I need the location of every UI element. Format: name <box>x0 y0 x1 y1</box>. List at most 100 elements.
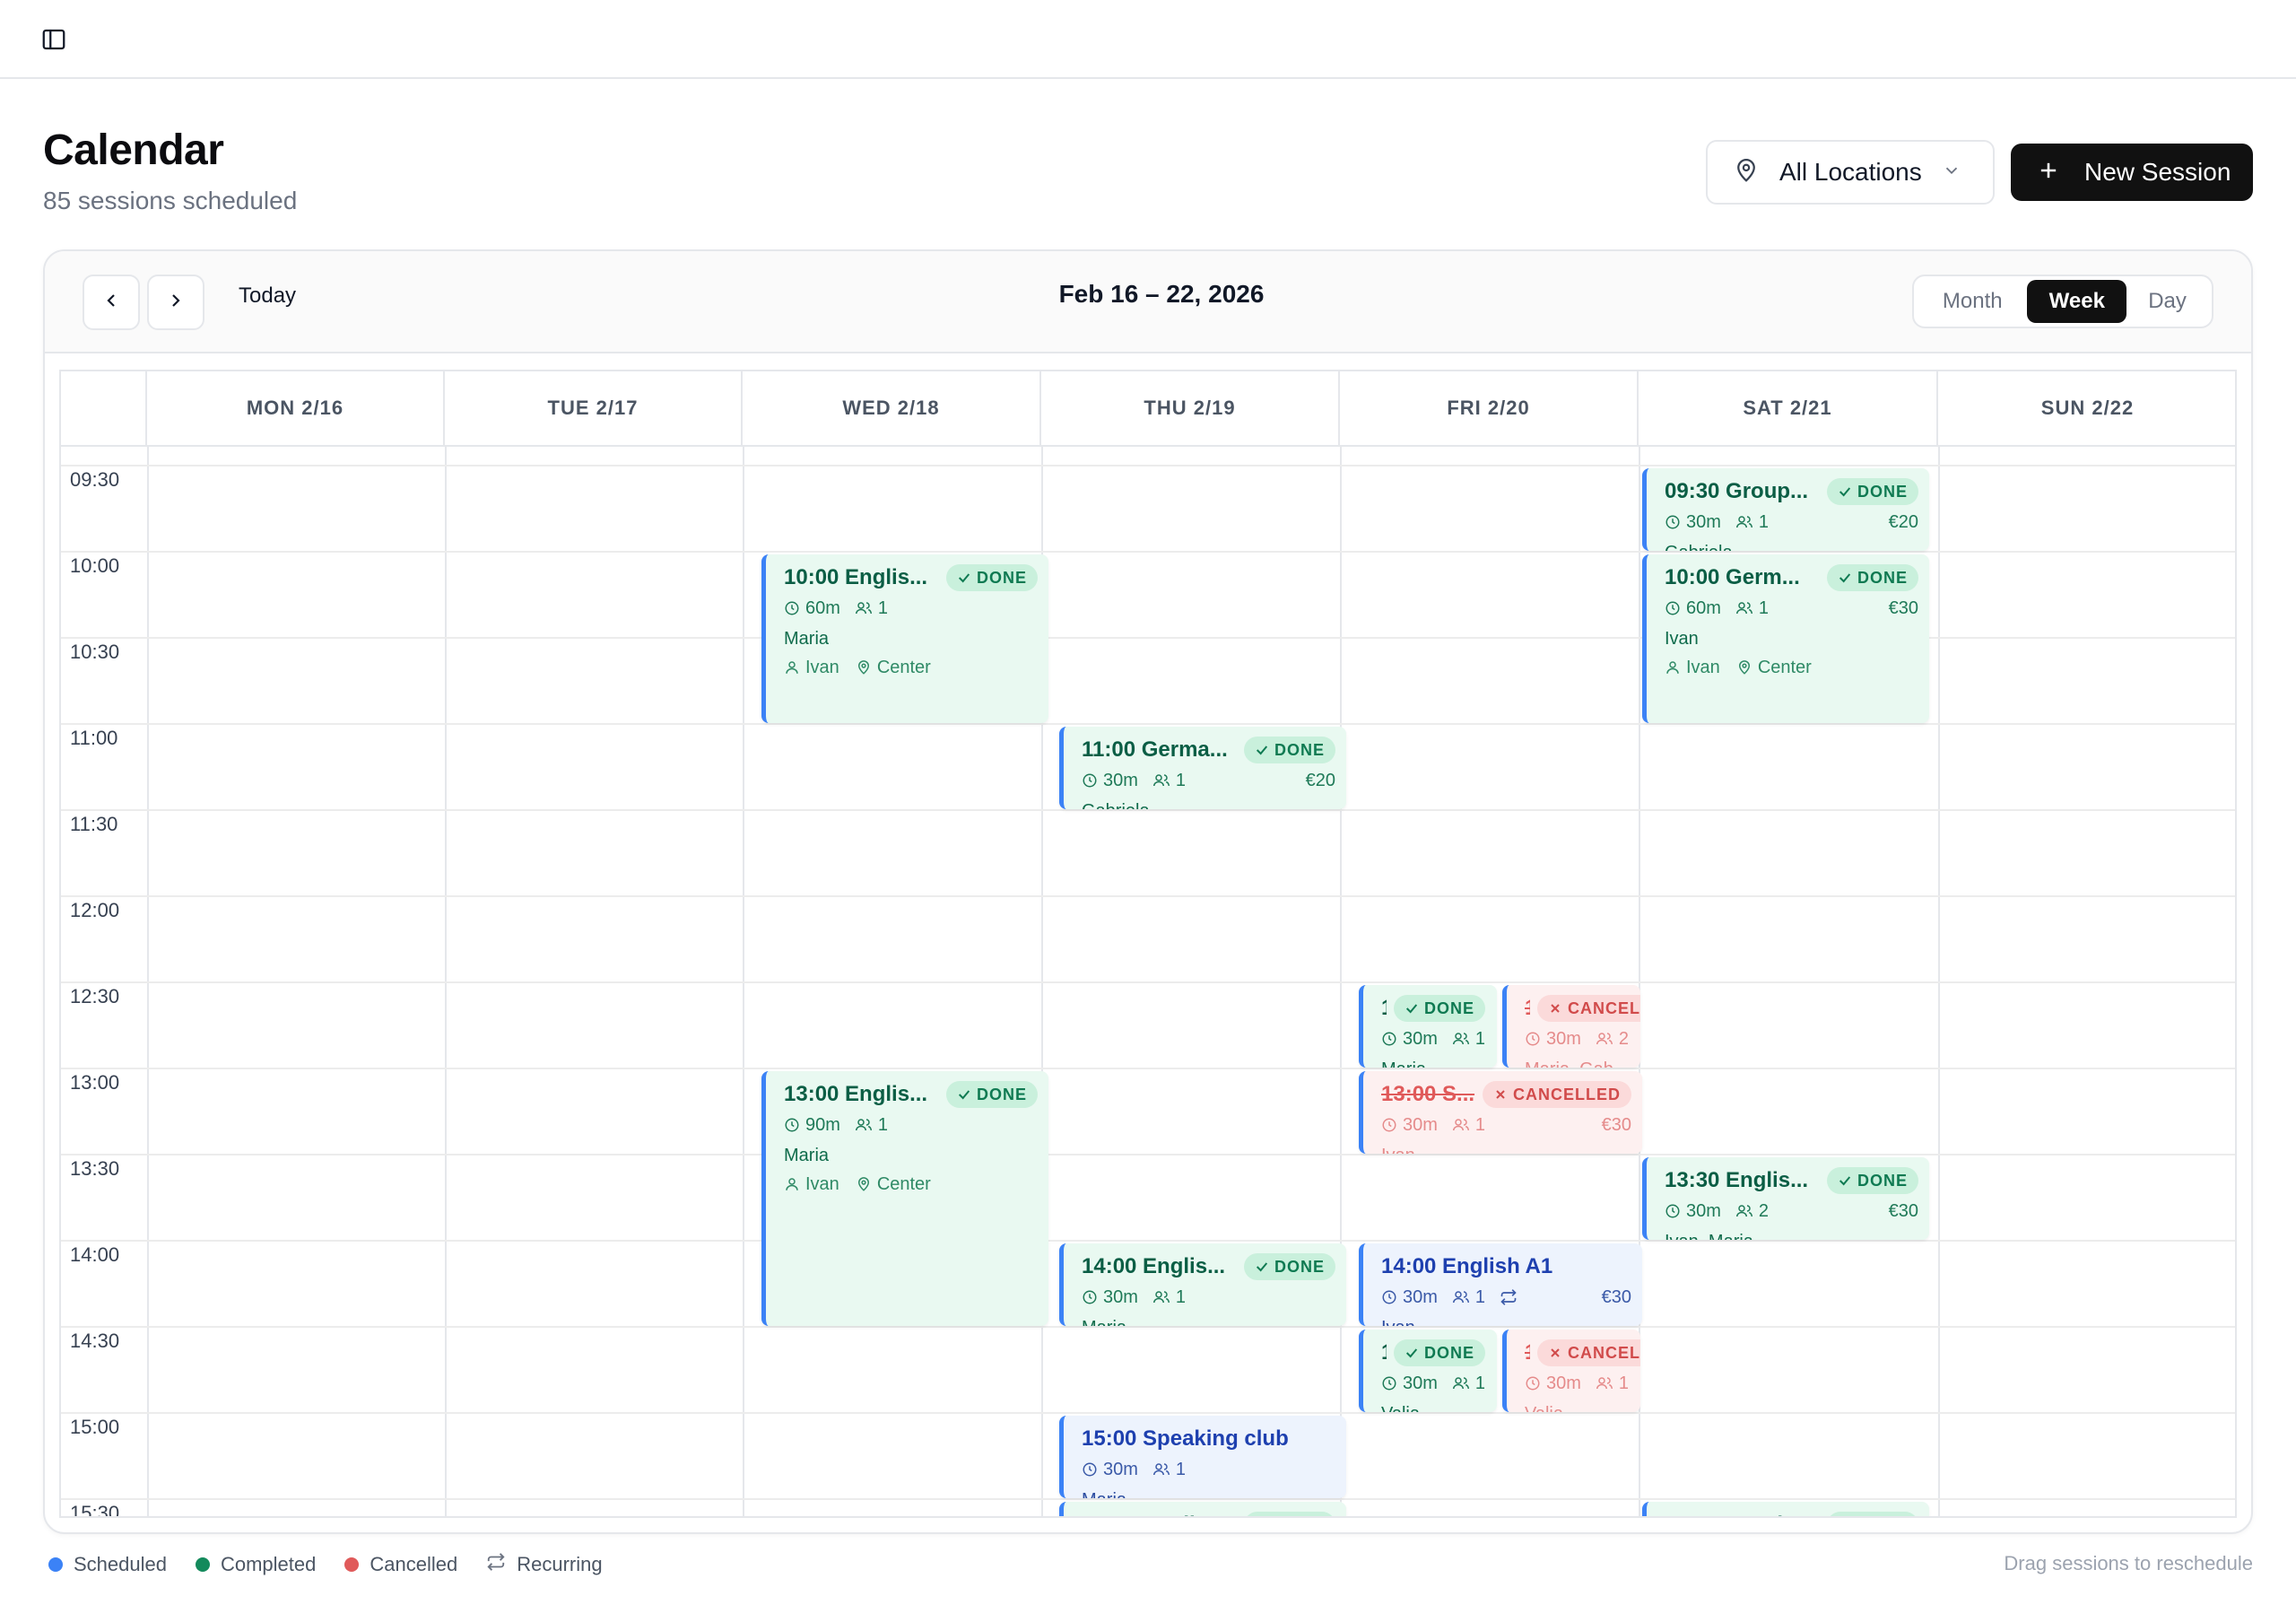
day-header-mon: MON 2/16 <box>147 371 445 447</box>
session-header: 14:30 CANCELLED <box>1525 1339 1640 1367</box>
legend-label: Scheduled <box>74 1553 167 1575</box>
status-badge: DONE <box>1826 1167 1918 1194</box>
slot-line <box>61 465 2235 467</box>
today-button[interactable]: Today <box>239 283 296 309</box>
calendar-card: Today Feb 16 – 22, 2026 Month Week Day M… <box>43 249 2253 1534</box>
day-header-fri: FRI 2/20 <box>1340 371 1639 447</box>
session-participants: 1 <box>1152 1460 1186 1480</box>
page-title: Calendar <box>43 126 224 174</box>
session-title: 15:30 Speak... <box>1665 1513 1820 1516</box>
session-card[interactable]: 10:00 Germ... DONE 60m 1 €30 Ivan Ivan Center <box>1642 554 1929 723</box>
price-value: €30 <box>1888 597 1918 618</box>
session-teacher: Ivan <box>1665 658 1720 678</box>
session-card[interactable]: 10:00 Englis... DONE 60m 1 Maria Ivan Center <box>761 554 1048 723</box>
session-participants: 1 <box>1735 598 1769 619</box>
session-duration: 30m <box>1082 1287 1138 1308</box>
session-student: Ivan, Maria <box>1665 1227 1918 1240</box>
session-card[interactable]: 15:30 Englis...DONE30m1 <box>1059 1502 1346 1517</box>
cancelled-dot-icon <box>344 1557 360 1572</box>
session-header: 09:30 Group... DONE <box>1665 477 1918 506</box>
view-day-button[interactable]: Day <box>2126 280 2208 323</box>
users-icon <box>855 600 878 616</box>
status-badge: CANCELLED <box>1537 995 1640 1022</box>
status-badge-label: DONE <box>1857 482 1908 501</box>
date-range-label: Feb 16 – 22, 2026 <box>1058 280 1265 308</box>
slot-line <box>61 1498 2235 1500</box>
slot-line <box>61 723 2235 725</box>
session-stats: 60m 1 <box>784 592 1038 624</box>
session-card[interactable]: 15:00 Speaking club 30m 1 Maria <box>1059 1416 1346 1498</box>
session-student: Ivan <box>1381 1141 1631 1154</box>
time-column-header <box>61 371 147 447</box>
users-icon <box>1152 1461 1176 1478</box>
session-title: 11:00 Germa... <box>1082 737 1228 762</box>
session-participants: 1 <box>855 1115 888 1136</box>
location-select[interactable]: All Locations <box>1706 140 1995 205</box>
status-badge: DONE <box>1394 1339 1486 1366</box>
legend-recurring: Recurring <box>486 1552 603 1577</box>
session-header: 14:00 English A1 <box>1381 1252 1631 1281</box>
check-icon <box>1405 1346 1419 1360</box>
check-icon <box>957 1087 971 1102</box>
prev-week-button[interactable] <box>83 275 140 330</box>
day-header-sun: SUN 2/22 <box>1938 371 2235 447</box>
session-card[interactable]: 13:00 S... CANCELLED 30m 1 €30 Ivan <box>1359 1071 1642 1154</box>
session-header: 14:30 DONE <box>1381 1339 1486 1367</box>
x-icon <box>1548 1001 1562 1016</box>
completed-dot-icon <box>195 1557 210 1572</box>
check-icon <box>957 571 971 585</box>
user-icon <box>784 1176 805 1192</box>
clock-icon <box>1082 772 1103 789</box>
clock-icon <box>784 600 805 616</box>
status-badge-label: CANCELLED <box>1513 1085 1621 1103</box>
participants-value: 1 <box>877 1114 889 1135</box>
session-card[interactable]: 14:00 English A1 30m 1 €30 Ivan <box>1359 1243 1642 1326</box>
session-card[interactable]: 13:30 Englis... DONE 30m 2 €30 Ivan, Maria <box>1642 1157 1929 1240</box>
clock-icon <box>1082 1289 1103 1305</box>
sidebar-toggle-icon[interactable] <box>36 23 72 56</box>
map-pin-icon <box>1733 157 1760 188</box>
session-card[interactable]: 13:00 Englis... DONE 90m 1 Maria Ivan Center <box>761 1071 1048 1326</box>
session-card[interactable]: 09:30 Group... DONE 30m 1 €20 Gabriela <box>1642 468 1929 551</box>
session-card[interactable]: 12:30 CANCELLED 30m 2 Maria, Gab... <box>1502 985 1640 1068</box>
view-week-button[interactable]: Week <box>2027 280 2127 323</box>
legend-label: Cancelled <box>370 1553 458 1575</box>
session-participants: 2 <box>1596 1029 1629 1050</box>
calendar-toolbar: Today Feb 16 – 22, 2026 Month Week Day <box>45 251 2251 353</box>
session-student: Gabriela <box>1082 797 1335 809</box>
status-badge-label: DONE <box>1274 1516 1325 1517</box>
next-week-button[interactable] <box>147 275 204 330</box>
time-label: 15:00 <box>70 1416 120 1438</box>
time-label: 12:30 <box>70 985 120 1007</box>
session-duration: 90m <box>784 1115 840 1136</box>
legend-cancelled: Cancelled <box>344 1553 457 1576</box>
session-meta: Ivan Center <box>1665 653 1918 682</box>
session-price: €20 <box>1889 512 1918 533</box>
participants-value: 1 <box>1175 770 1187 790</box>
status-badge: DONE <box>1826 1512 1918 1516</box>
status-badge-label: DONE <box>1274 1257 1325 1276</box>
new-session-button[interactable]: New Session <box>2011 144 2253 201</box>
map-pin-icon <box>856 1176 877 1192</box>
legend-label: Completed <box>220 1553 317 1575</box>
session-card[interactable]: 11:00 Germa... DONE 30m 1 €20 Gabriela <box>1059 727 1346 809</box>
session-student: Maria <box>784 1146 830 1165</box>
session-card[interactable]: 12:30 DONE 30m 1 Maria <box>1359 985 1497 1068</box>
session-card[interactable]: 15:30 Speak...DONE30m1 <box>1642 1502 1929 1516</box>
check-icon <box>1255 1260 1269 1274</box>
repeat-icon <box>486 1552 517 1577</box>
session-price: €20 <box>1306 771 1335 791</box>
duration-value: 30m <box>1686 511 1721 532</box>
session-student: Valia <box>1525 1400 1630 1412</box>
slot-line <box>61 1240 2235 1242</box>
participants-value: 1 <box>1758 597 1770 618</box>
session-card[interactable]: 14:00 Englis... DONE 30m 1 Maria <box>1059 1243 1346 1326</box>
session-card[interactable]: 14:30 DONE 30m 1 Valia <box>1359 1330 1497 1412</box>
session-card[interactable]: 14:30 CANCELLED 30m 1 Valia <box>1502 1330 1640 1412</box>
top-bar <box>0 0 2296 79</box>
slot-line <box>61 551 2235 553</box>
users-icon <box>1596 1031 1619 1047</box>
session-duration: 60m <box>784 598 840 619</box>
session-header: 13:30 Englis... DONE <box>1665 1166 1918 1195</box>
view-month-button[interactable]: Month <box>1918 280 2027 323</box>
